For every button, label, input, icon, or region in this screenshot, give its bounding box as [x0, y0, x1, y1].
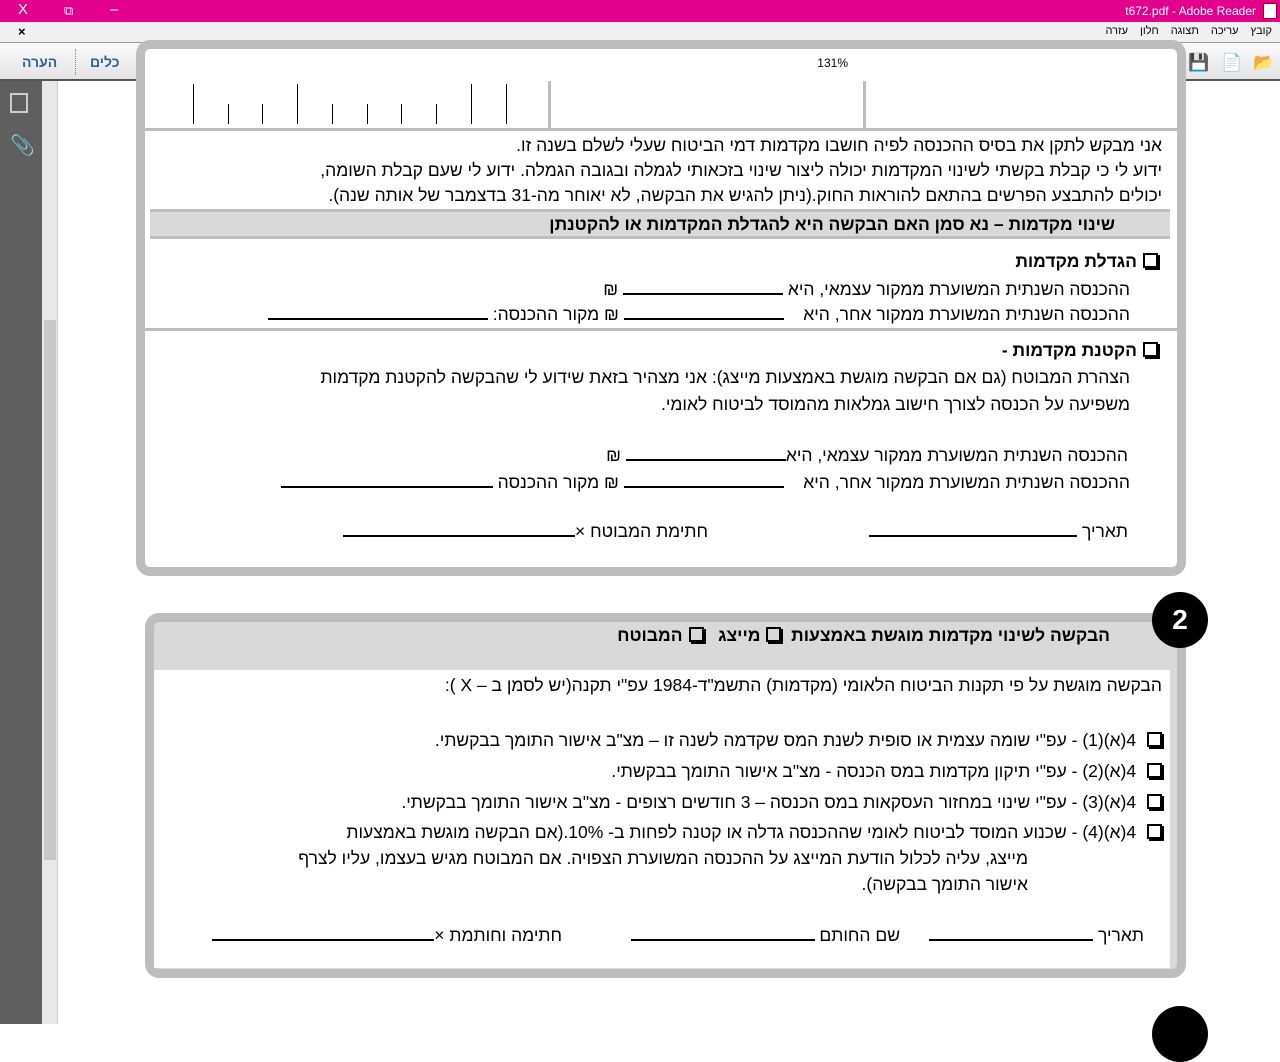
currency: ₪ — [604, 472, 619, 492]
date-field[interactable] — [869, 523, 1078, 537]
intro-line: ידוע לי כי קבלת בקשתי לשינוי המקדמות יכו… — [320, 160, 1162, 180]
label: תאריך — [1098, 925, 1144, 945]
currency: ₪ — [603, 279, 619, 299]
intro-line: יכולים להתבצע הפרשים בהתאם להוראות החוק.… — [328, 185, 1162, 205]
income-source-field[interactable] — [280, 474, 493, 488]
regulation-checkbox[interactable] — [1147, 763, 1162, 778]
tick-mark — [401, 104, 402, 124]
divider — [145, 128, 1177, 131]
tick-mark — [262, 104, 263, 124]
divider — [863, 81, 866, 129]
menu-edit[interactable]: עריכה — [1211, 25, 1239, 37]
menu-file[interactable]: קובץ — [1251, 25, 1272, 37]
rep-checkbox[interactable] — [766, 627, 782, 642]
label: מקור ההכנסה: — [492, 304, 600, 324]
item-text: שכנוע המוסד לביטוח לאומי שההכנסה גדלה או… — [346, 822, 1067, 842]
label: המבוטח — [617, 625, 683, 645]
item-text: מייצג, עליה לכלול הודעת המייצג על ההכנסה… — [298, 848, 1028, 868]
restore-button[interactable]: ⧉ — [64, 3, 73, 19]
code: 4(א)(4) - — [1071, 822, 1137, 842]
open-icon[interactable]: 📂 — [1252, 51, 1276, 75]
signer-name-field[interactable] — [630, 927, 815, 941]
section-number-badge — [1152, 1006, 1208, 1062]
save-icon[interactable]: 💾 — [1187, 51, 1211, 75]
tick-mark — [297, 84, 298, 124]
menu-help[interactable]: עזרה — [1106, 25, 1128, 37]
minimize-button[interactable]: – — [110, 1, 118, 18]
section2-body — [154, 670, 1170, 968]
signature-field[interactable] — [212, 927, 435, 941]
item-text: עפ"י תיקון מקדמות במס הכנסה - מצ"ב אישור… — [611, 761, 1067, 781]
attachment-icon[interactable]: 📎 — [10, 133, 35, 158]
increase-title: הגדלת מקדמות — [1015, 251, 1137, 271]
item-text: עפ"י שינוי במחזור העסקאות במס הכנסה – 3 … — [401, 792, 1067, 812]
pdf-icon — [1263, 3, 1277, 19]
other-income-field[interactable] — [623, 306, 784, 320]
other-income-field[interactable] — [623, 474, 784, 488]
comment-pane-button[interactable]: הערה — [22, 54, 57, 70]
declaration-text: הצהרת המבוטח (גם אם הבקשה מוגשת באמצעות … — [320, 367, 1130, 387]
tick-mark — [471, 84, 472, 124]
tick-mark — [228, 104, 229, 124]
tick-mark — [367, 104, 368, 124]
x-mark: × — [434, 925, 445, 945]
date-field[interactable] — [929, 927, 1094, 941]
divider — [548, 81, 551, 129]
label: מייצג — [718, 625, 761, 645]
increase-checkbox[interactable] — [1143, 253, 1158, 268]
self-income-field[interactable] — [625, 447, 786, 461]
income-source-field[interactable] — [267, 306, 488, 320]
tick-mark — [506, 84, 507, 124]
section-header: שינוי מקדמות – נא סמן האם הבקשה היא להגד… — [549, 214, 1115, 234]
label: ההכנסה השנתית המשוערת ממקור עצמאי, היא — [785, 445, 1128, 465]
tools-pane-button[interactable]: כלים — [90, 54, 120, 70]
label: חתימת המבוטח — [590, 521, 708, 541]
pages-icon[interactable] — [10, 93, 28, 113]
regulation-checkbox[interactable] — [1147, 824, 1162, 839]
item-text: אישור התומך בבקשה). — [861, 874, 1029, 894]
title-bar: X ⧉ – t672.pdf - Adobe Reader — [0, 0, 1280, 22]
code: 4(א)(2) - — [1071, 761, 1137, 781]
menu-view[interactable]: תצוגה — [1171, 25, 1199, 37]
menu-bar: קובץ עריכה תצוגה חלון עזרה × — [0, 22, 1280, 42]
label: תאריך — [1082, 521, 1128, 541]
section2-intro: הבקשה מוגשת על פי תקנות הביטוח הלאומי (מ… — [444, 675, 1162, 695]
label: שם החותם — [819, 925, 900, 945]
signature-field[interactable] — [343, 523, 576, 537]
code: 4(א)(1) - — [1071, 730, 1137, 750]
menu-window[interactable]: חלון — [1140, 25, 1159, 37]
insured-checkbox[interactable] — [688, 627, 704, 642]
close-doc-button[interactable]: × — [18, 24, 26, 39]
decrease-checkbox[interactable] — [1143, 342, 1158, 357]
divider — [145, 328, 1177, 331]
tick-mark — [193, 84, 194, 124]
create-pdf-icon[interactable]: 📄 — [1220, 51, 1244, 75]
section2-header: הבקשה לשינוי מקדמות מוגשת באמצעות — [791, 625, 1110, 645]
currency: ₪ — [604, 304, 619, 324]
label: ההכנסה השנתית המשוערת ממקור אחר, היא — [803, 304, 1130, 324]
window-title: t672.pdf - Adobe Reader — [1125, 4, 1256, 18]
close-button[interactable]: X — [18, 1, 28, 18]
section-number-badge: 2 — [1152, 592, 1208, 648]
code: 4(א)(3) - — [1071, 792, 1137, 812]
currency: ₪ — [606, 445, 621, 465]
self-income-field[interactable] — [622, 281, 783, 295]
regulation-checkbox[interactable] — [1147, 732, 1162, 747]
tick-mark — [436, 104, 437, 124]
intro-line: אני מבקש לתקן את בסיס ההכנסה לפיה חושבו … — [516, 135, 1162, 155]
decrease-title: הקטנת מקדמות - — [1001, 340, 1137, 360]
label: ההכנסה השנתית המשוערת ממקור עצמאי, היא — [787, 279, 1130, 299]
x-mark: × — [575, 521, 586, 541]
separator — [75, 49, 76, 75]
item-text: עפ"י שומה עצמית או סופית לשנת המס שקדמה … — [434, 730, 1067, 750]
declaration-text: משפיעה על הכנסה לצורך חישוב גמלאות מהמוס… — [660, 394, 1130, 414]
zoom-value[interactable]: 131% — [812, 54, 848, 72]
label: מקור ההכנסה — [497, 472, 600, 492]
label: ההכנסה השנתית המשוערת ממקור אחר, היא — [803, 472, 1130, 492]
regulation-checkbox[interactable] — [1147, 794, 1162, 809]
label: חתימה וחותמת — [449, 925, 562, 945]
navigation-panel: 📎 — [0, 81, 42, 1024]
scrollbar-thumb[interactable] — [44, 320, 56, 860]
tick-mark — [332, 104, 333, 124]
